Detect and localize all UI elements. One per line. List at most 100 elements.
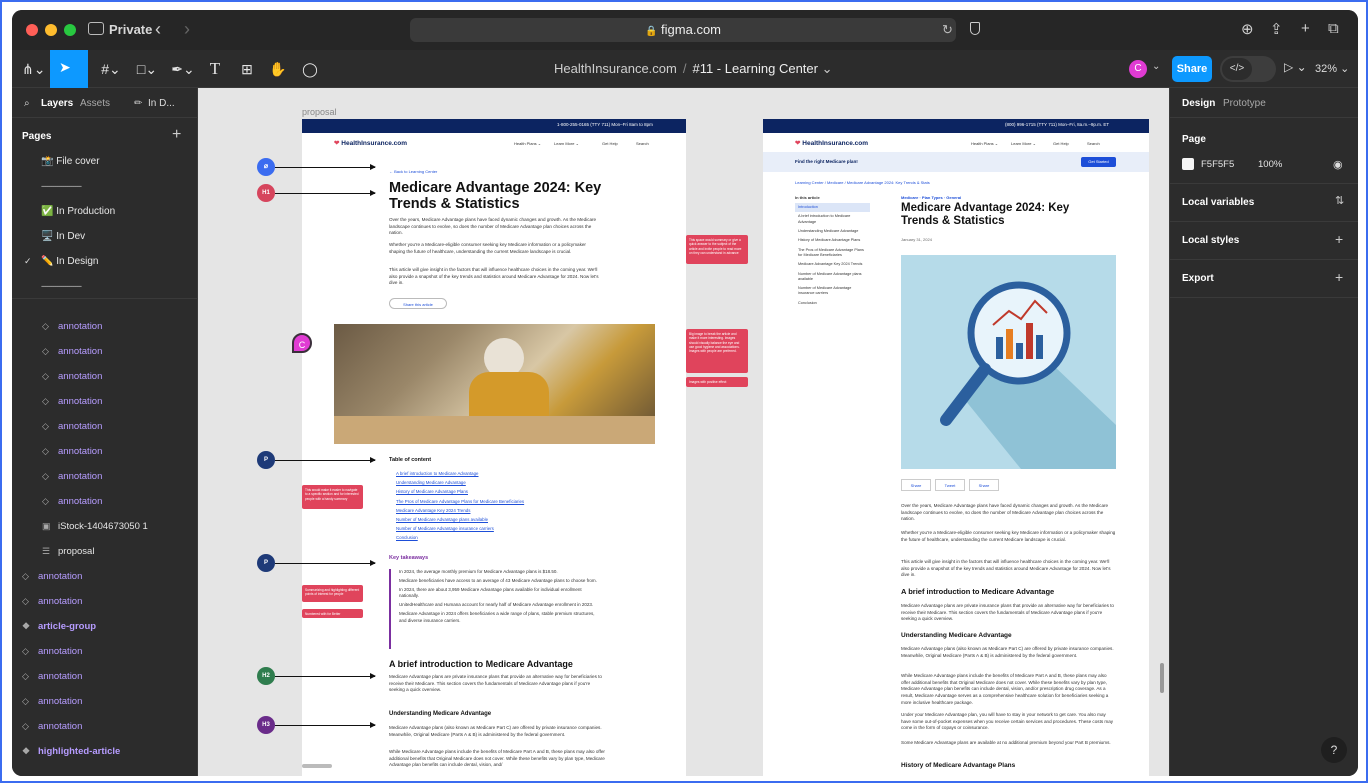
layer-item[interactable]: ◇ annotation [22, 641, 82, 661]
pen-tool-icon[interactable]: ✒⌄ [170, 58, 196, 80]
share-icon[interactable]: ⇪ [1270, 20, 1283, 38]
tab-overview-icon[interactable]: ⧉ [1328, 20, 1339, 37]
instance-icon: ◇ [42, 346, 49, 356]
layer-item[interactable]: ◇ annotation [22, 691, 82, 711]
annotation-badge[interactable]: H1 [257, 184, 275, 202]
add-page-icon[interactable]: + [172, 126, 181, 144]
layer-item[interactable]: ◇ annotation [42, 391, 102, 411]
tab-prototype[interactable]: Prototype [1223, 98, 1266, 109]
comment-tool-icon[interactable]: ◯ [300, 58, 320, 80]
annotation-badge[interactable]: P [257, 451, 275, 469]
magnifier-chart-icon [940, 281, 1116, 469]
layer-item[interactable]: ◇ annotation [42, 491, 102, 511]
layer-item[interactable]: ☰ proposal [42, 541, 94, 561]
reload-icon[interactable]: ↻ [942, 22, 953, 38]
canvas[interactable]: proposal 1-800-255-0165 (TTY 711) Mon–Fr… [198, 88, 1169, 776]
tab-design[interactable]: Design [1182, 98, 1215, 109]
annotation-note[interactable]: Numbered with for Better [302, 609, 363, 618]
annotation-badge[interactable]: ⌀ [257, 158, 275, 176]
annotation-badge[interactable]: H2 [257, 667, 275, 685]
resources-icon[interactable]: ⊞ [238, 58, 256, 80]
eye-icon[interactable]: ◉ [1333, 158, 1343, 171]
toc-item: Number of Medicare Advantage plans avail… [798, 271, 862, 281]
file-breadcrumb[interactable]: HealthInsurance.com / #11 - Learning Cente… [554, 61, 833, 77]
tab-assets[interactable]: Assets [80, 98, 110, 109]
add-style-icon[interactable]: + [1335, 231, 1343, 247]
zoom-window-button[interactable] [64, 24, 76, 36]
nav-health-plans: Health Plans ⌄ [514, 141, 542, 146]
background-color-value[interactable]: F5F5F5 [1201, 159, 1234, 170]
dev-mode-toggle[interactable]: </> [1220, 56, 1276, 82]
local-styles-section[interactable]: Local styles + [1170, 222, 1358, 260]
layer-item[interactable]: ▣ iStock-1404673050 1 [42, 516, 148, 536]
frame-label[interactable]: proposal [302, 107, 337, 117]
page-item[interactable]: 📸 File cover [41, 156, 100, 167]
layer-item[interactable]: ◇ annotation [22, 666, 82, 686]
highlighted-article-frame[interactable]: (800) 996-1715 (TTY 711) Mon–Fri, 8a.m.–… [763, 119, 1149, 776]
color-swatch[interactable] [1182, 158, 1194, 170]
help-button[interactable]: ? [1321, 737, 1347, 763]
proposal-frame[interactable]: 1-800-255-0165 (TTY 711) Mon–Fri 8am to … [302, 119, 686, 776]
forward-icon[interactable]: › [184, 19, 190, 40]
layer-item[interactable]: ◇ annotation [42, 366, 102, 386]
annotation-note[interactable]: Images with positive effect [686, 377, 748, 387]
download-icon[interactable]: ⊕ [1241, 20, 1254, 38]
present-icon[interactable]: ▷ ⌄ [1284, 60, 1307, 74]
layer-item[interactable]: ◇ annotation [42, 341, 102, 361]
new-tab-icon[interactable]: + [1301, 20, 1310, 37]
annotation-arrow [275, 457, 376, 463]
annotation-note[interactable]: Big image to break the article and make … [686, 329, 748, 373]
annotation-note[interactable]: This space would summary or give a quick… [686, 235, 748, 264]
add-export-icon[interactable]: + [1335, 269, 1343, 285]
layer-item[interactable]: ◇ annotation [22, 716, 82, 736]
tab-layers[interactable]: Layers [41, 98, 73, 109]
chevron-down-icon[interactable]: ⌄ [1152, 61, 1160, 72]
sidebar-toggle-icon[interactable] [88, 22, 104, 35]
address-bar[interactable]: 🔒 figma.com [410, 18, 956, 42]
background-opacity-value[interactable]: 100% [1258, 159, 1282, 170]
url-text: figma.com [661, 22, 722, 37]
layer-item[interactable]: ◇ annotation [42, 441, 102, 461]
layer-item[interactable]: ❖ article-group [22, 616, 96, 636]
vertical-scrollbar[interactable] [1160, 663, 1164, 693]
page-item-current[interactable]: ✏️ In Design [41, 256, 98, 267]
avatar[interactable]: C [1129, 60, 1147, 78]
back-icon[interactable]: ‹ [155, 19, 161, 40]
file-name: #11 - Learning Center [692, 61, 818, 76]
layer-label: annotation [58, 396, 103, 407]
page-selector[interactable]: In D... [148, 98, 175, 109]
layer-item[interactable]: ❖ highlighted-article [22, 741, 120, 761]
share-button[interactable]: Share [1172, 56, 1212, 82]
export-section[interactable]: Export + [1170, 260, 1358, 298]
layer-item[interactable]: ◇ annotation [42, 416, 102, 436]
page-item[interactable]: 🖥️ In Dev [41, 231, 85, 242]
hand-tool-icon[interactable]: ✋ [268, 58, 288, 80]
frame-tool-icon[interactable]: #⌄ [98, 58, 124, 80]
annotation-badge[interactable]: P [257, 554, 275, 572]
variables-icon[interactable]: ⇅ [1335, 194, 1344, 207]
annotation-note[interactable]: This would make it easier to navigate to… [302, 485, 363, 509]
search-icon[interactable]: ⌕ [24, 98, 30, 109]
layer-item[interactable]: ◇ annotation [22, 566, 82, 586]
shape-tool-icon[interactable]: □⌄ [134, 58, 160, 80]
page-divider[interactable]: -------------------- [41, 181, 82, 191]
move-tool-button[interactable]: ➤ [50, 50, 88, 88]
annotation-badge[interactable]: H3 [257, 716, 275, 734]
layer-item[interactable]: ◇ annotation [22, 591, 82, 611]
text-tool-icon[interactable]: T [206, 58, 224, 80]
layer-item[interactable]: ◇ annotation [42, 466, 102, 486]
layer-label: annotation [58, 421, 103, 432]
main-menu-icon[interactable]: ⋔⌄ [22, 58, 45, 80]
minimize-window-button[interactable] [45, 24, 57, 36]
privacy-shield-icon[interactable] [970, 22, 980, 35]
annotation-note[interactable]: Summarizing and highlighting different p… [302, 585, 363, 602]
horizontal-scrollbar[interactable] [302, 764, 332, 768]
zoom-level[interactable]: 32% ⌄ [1315, 62, 1349, 75]
layer-item[interactable]: ◇ annotation [42, 316, 102, 336]
article-paragraph: Under your Medicare Advantage plan, you … [901, 712, 1114, 731]
page-divider[interactable]: -------------------- [41, 281, 82, 291]
local-variables-section[interactable]: Local variables ⇅ [1170, 184, 1358, 222]
page-item[interactable]: ✅ In Production [41, 206, 115, 217]
instance-icon: ◇ [22, 596, 29, 606]
close-window-button[interactable] [26, 24, 38, 36]
